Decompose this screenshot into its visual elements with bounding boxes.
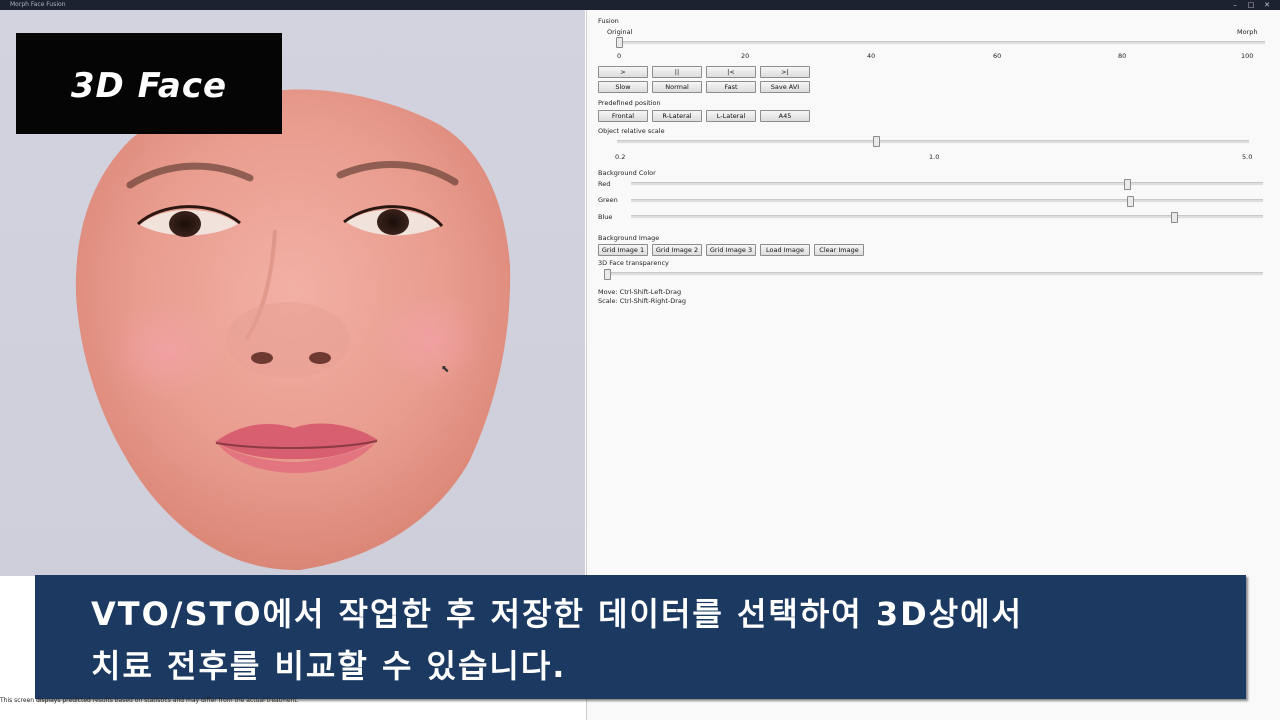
- r-lateral-button[interactable]: R-Lateral: [652, 110, 702, 122]
- caption-line-1: VTO/STO에서 작업한 후 저장한 데이터를 선택하여 3D상에서: [91, 595, 1024, 633]
- subtitle-caption-box: VTO/STO에서 작업한 후 저장한 데이터를 선택하여 3D상에서 치료 전…: [35, 575, 1246, 699]
- red-slider-thumb[interactable]: [1124, 179, 1131, 190]
- fusion-tick: 60: [993, 52, 1002, 60]
- fusion-section-label: Fusion: [598, 17, 619, 25]
- maximize-icon[interactable]: □: [1246, 1, 1256, 9]
- slow-button[interactable]: Slow: [598, 81, 648, 93]
- green-label: Green: [598, 196, 618, 204]
- pause-button[interactable]: ||: [652, 66, 702, 78]
- window-title: Morph Face Fusion: [10, 1, 66, 8]
- object-scale-label: Object relative scale: [598, 127, 665, 135]
- move-help-text: Move: Ctrl-Shift-Left-Drag: [598, 288, 682, 296]
- scale-tick: 0.2: [615, 153, 626, 161]
- scale-tick: 5.0: [1242, 153, 1253, 161]
- predefined-position-label: Predefined position: [598, 99, 661, 107]
- blue-slider-thumb[interactable]: [1171, 212, 1178, 223]
- disclaimer-text: This screen displays predicted results b…: [0, 697, 299, 704]
- scale-help-text: Scale: Ctrl-Shift-Right-Drag: [598, 297, 687, 305]
- fusion-slider-track[interactable]: [619, 41, 1265, 45]
- fusion-tick: 20: [741, 52, 750, 60]
- minimize-icon[interactable]: –: [1230, 1, 1240, 9]
- transparency-slider-track[interactable]: [607, 272, 1263, 276]
- scale-slider-track[interactable]: [617, 140, 1249, 144]
- fusion-slider-thumb[interactable]: [616, 37, 623, 48]
- red-slider-track[interactable]: [631, 182, 1263, 186]
- scale-tick: 1.0: [929, 153, 940, 161]
- transparency-slider-thumb[interactable]: [604, 269, 611, 280]
- play-button[interactable]: >: [598, 66, 648, 78]
- nose: [226, 302, 350, 378]
- a45-button[interactable]: A45: [760, 110, 810, 122]
- blue-label: Blue: [598, 213, 613, 221]
- 3d-viewport[interactable]: 3D Face ⬉: [0, 10, 585, 576]
- normal-button[interactable]: Normal: [652, 81, 702, 93]
- grid-image-3-button[interactable]: Grid Image 3: [706, 244, 756, 256]
- frontal-button[interactable]: Frontal: [598, 110, 648, 122]
- fusion-tick: 100: [1241, 52, 1254, 60]
- 3d-face-label-text: 3D Face: [70, 66, 228, 106]
- caption-line-2: 치료 전후를 비교할 수 있습니다.: [91, 647, 567, 685]
- l-lateral-button[interactable]: L-Lateral: [706, 110, 756, 122]
- red-label: Red: [598, 180, 611, 188]
- mouse-cursor-icon: ⬉: [441, 364, 450, 375]
- green-slider-thumb[interactable]: [1127, 196, 1134, 207]
- clear-image-button[interactable]: Clear Image: [814, 244, 864, 256]
- load-image-button[interactable]: Load Image: [760, 244, 810, 256]
- go-to-end-button[interactable]: >|: [760, 66, 810, 78]
- background-image-label: Background Image: [598, 234, 660, 242]
- blue-slider-track[interactable]: [631, 215, 1263, 219]
- right-cheek: [375, 290, 485, 390]
- fast-button[interactable]: Fast: [706, 81, 756, 93]
- 3d-face-label: 3D Face: [16, 33, 282, 134]
- grid-image-2-button[interactable]: Grid Image 2: [652, 244, 702, 256]
- background-color-label: Background Color: [598, 169, 656, 177]
- fusion-tick: 0: [617, 52, 622, 60]
- scale-slider-thumb[interactable]: [873, 136, 880, 147]
- window-titlebar: Morph Face Fusion – □ ✕: [0, 0, 1280, 10]
- fusion-tick: 80: [1118, 52, 1127, 60]
- fusion-right-label: Morph: [1237, 28, 1258, 36]
- close-icon[interactable]: ✕: [1262, 1, 1272, 9]
- save-avi-button[interactable]: Save AVI: [760, 81, 810, 93]
- go-to-start-button[interactable]: |<: [706, 66, 756, 78]
- left-cheek: [105, 300, 225, 400]
- fusion-left-label: Original: [607, 28, 633, 36]
- transparency-label: 3D Face transparency: [598, 259, 669, 267]
- fusion-tick: 40: [867, 52, 876, 60]
- grid-image-1-button[interactable]: Grid Image 1: [598, 244, 648, 256]
- green-slider-track[interactable]: [631, 199, 1263, 203]
